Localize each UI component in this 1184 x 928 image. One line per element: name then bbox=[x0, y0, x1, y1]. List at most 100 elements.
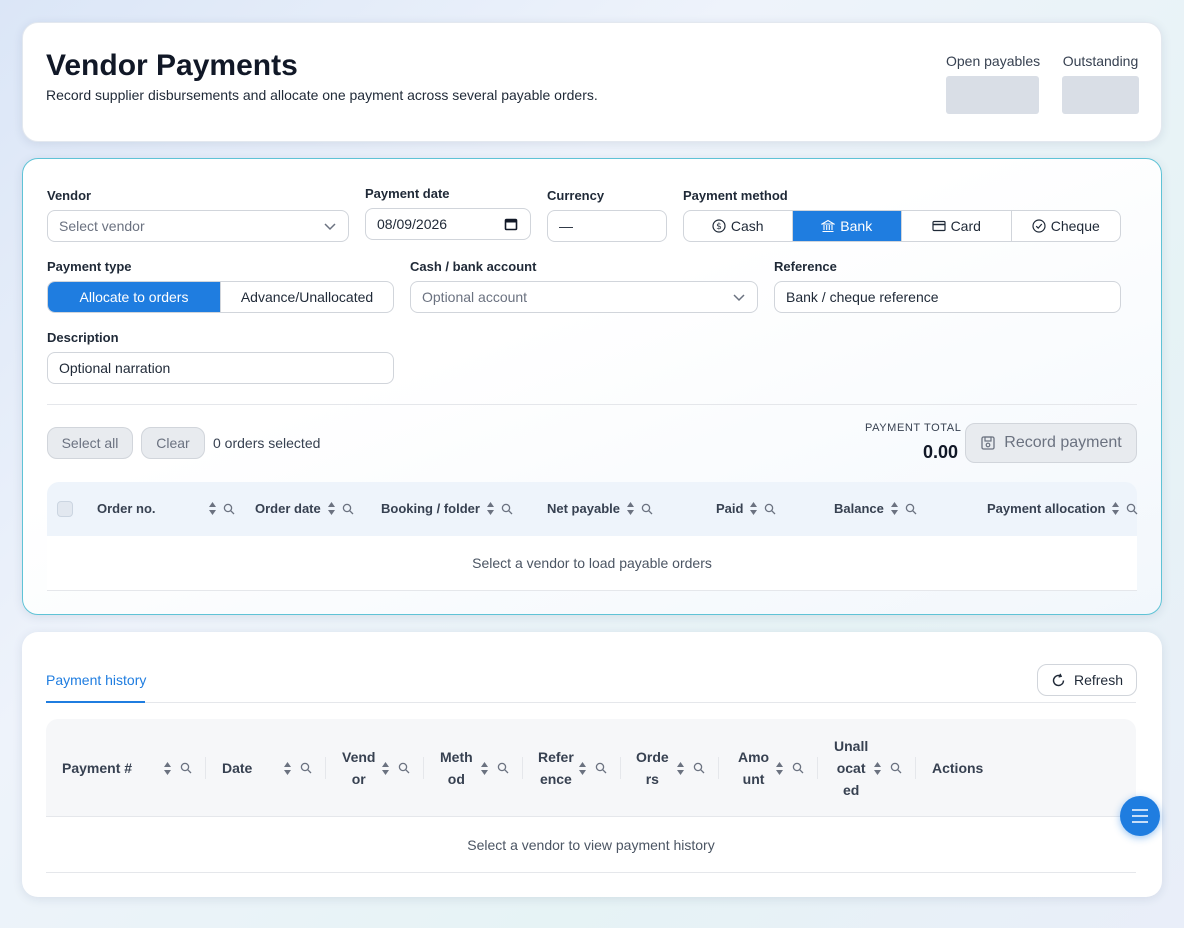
select-all-button[interactable]: Select all bbox=[47, 427, 133, 459]
calendar-icon[interactable] bbox=[504, 217, 518, 231]
sort-icon[interactable] bbox=[890, 501, 899, 516]
sort-icon[interactable] bbox=[1111, 501, 1120, 516]
sort-icon[interactable] bbox=[163, 761, 172, 776]
column-divider bbox=[915, 757, 916, 779]
col-order-no[interactable]: Order no. bbox=[97, 501, 235, 516]
method-cash-label: Cash bbox=[730, 218, 764, 234]
search-icon[interactable] bbox=[501, 503, 513, 515]
sort-icon[interactable] bbox=[381, 761, 390, 776]
sort-icon[interactable] bbox=[480, 761, 489, 776]
column-divider bbox=[522, 757, 523, 779]
payment-total-value: 0.00 bbox=[922, 442, 958, 462]
tab-active-indicator bbox=[46, 701, 145, 703]
col-label: Order date bbox=[255, 501, 321, 516]
history-table-header: Payment # Date Vend or Meth od Refer enc… bbox=[46, 719, 1136, 817]
search-icon[interactable] bbox=[641, 503, 653, 515]
orders-empty-message: Select a vendor to load payable orders bbox=[47, 536, 1137, 591]
reference-input[interactable]: Bank / cheque reference bbox=[774, 281, 1121, 313]
col-paid[interactable]: Paid bbox=[716, 501, 776, 516]
search-icon[interactable] bbox=[905, 503, 917, 515]
method-cheque-label: Cheque bbox=[1050, 218, 1100, 234]
search-icon[interactable] bbox=[300, 762, 312, 774]
col-label: Date bbox=[222, 760, 253, 776]
search-icon[interactable] bbox=[1126, 503, 1138, 515]
col-reference[interactable]: Refer ence bbox=[538, 719, 574, 817]
col-order-date[interactable]: Order date bbox=[255, 501, 354, 516]
method-bank-label: Bank bbox=[840, 218, 873, 234]
currency-input[interactable]: — bbox=[547, 210, 667, 242]
menu-fab-button[interactable] bbox=[1120, 796, 1160, 836]
col-label: Actions bbox=[932, 760, 984, 776]
col-label: Amo unt bbox=[738, 749, 770, 787]
search-icon[interactable] bbox=[223, 503, 235, 515]
description-input[interactable]: Optional narration bbox=[47, 352, 394, 384]
search-icon[interactable] bbox=[342, 503, 354, 515]
search-icon[interactable] bbox=[792, 762, 804, 774]
sort-icon[interactable] bbox=[327, 501, 336, 516]
divider bbox=[47, 404, 1137, 405]
payment-date-label: Payment date bbox=[365, 186, 450, 201]
col-date[interactable]: Date bbox=[222, 719, 252, 817]
vendor-select[interactable]: Select vendor bbox=[47, 210, 349, 242]
sort-icon[interactable] bbox=[486, 501, 495, 516]
sort-icon[interactable] bbox=[775, 761, 784, 776]
svg-text:$: $ bbox=[716, 222, 722, 232]
payment-date-input[interactable]: 08/09/2026 bbox=[365, 208, 531, 240]
col-label: Net payable bbox=[547, 501, 620, 516]
stat-label: Outstanding bbox=[1062, 53, 1139, 69]
sort-icon[interactable] bbox=[626, 501, 635, 516]
col-booking-folder[interactable]: Booking / folder bbox=[381, 501, 513, 516]
description-placeholder: Optional narration bbox=[59, 360, 171, 376]
sort-icon[interactable] bbox=[283, 761, 292, 776]
sort-icon[interactable] bbox=[208, 501, 217, 516]
method-bank-button[interactable]: Bank bbox=[792, 211, 902, 241]
col-vendor[interactable]: Vend or bbox=[342, 719, 376, 817]
col-vendor-controls bbox=[381, 719, 421, 817]
col-amount-controls bbox=[775, 719, 815, 817]
dollar-circle-icon: $ bbox=[712, 219, 726, 233]
col-unallocated-controls bbox=[873, 719, 913, 817]
search-icon[interactable] bbox=[180, 762, 192, 774]
payment-history-card: Payment history Refresh Payment # Date V… bbox=[22, 632, 1162, 897]
col-payment-allocation[interactable]: Payment allocation bbox=[987, 501, 1138, 516]
account-select[interactable]: Optional account bbox=[410, 281, 758, 313]
method-card-button[interactable]: Card bbox=[902, 211, 1012, 241]
method-cheque-button[interactable]: Cheque bbox=[1012, 211, 1121, 241]
col-unallocated[interactable]: Unall ocat ed bbox=[834, 719, 870, 817]
refresh-button[interactable]: Refresh bbox=[1037, 664, 1137, 696]
search-icon[interactable] bbox=[398, 762, 410, 774]
select-all-checkbox[interactable] bbox=[57, 501, 73, 517]
col-method[interactable]: Meth od bbox=[440, 719, 476, 817]
sort-icon[interactable] bbox=[676, 761, 685, 776]
col-label: Refer ence bbox=[538, 749, 574, 787]
col-net-payable[interactable]: Net payable bbox=[547, 501, 653, 516]
search-icon[interactable] bbox=[764, 503, 776, 515]
col-method-controls bbox=[480, 719, 520, 817]
col-label: Paid bbox=[716, 501, 744, 516]
col-orders-controls bbox=[676, 719, 716, 817]
clear-button[interactable]: Clear bbox=[141, 427, 205, 459]
col-date-controls bbox=[283, 719, 323, 817]
search-icon[interactable] bbox=[890, 762, 902, 774]
payment-type-label: Payment type bbox=[47, 259, 132, 274]
sort-icon[interactable] bbox=[578, 761, 587, 776]
search-icon[interactable] bbox=[497, 762, 509, 774]
stat-value-skeleton bbox=[1062, 76, 1139, 114]
stat-value-skeleton bbox=[946, 76, 1039, 114]
search-icon[interactable] bbox=[693, 762, 705, 774]
sort-icon[interactable] bbox=[749, 501, 758, 516]
advance-unallocated-button[interactable]: Advance/Unallocated bbox=[221, 282, 393, 312]
stat-outstanding: Outstanding bbox=[1062, 53, 1139, 114]
sort-icon[interactable] bbox=[873, 761, 882, 776]
col-payment-number[interactable]: Payment # bbox=[62, 719, 132, 817]
record-payment-button[interactable]: Record payment bbox=[965, 423, 1137, 463]
tab-payment-history[interactable]: Payment history bbox=[46, 672, 146, 688]
method-cash-button[interactable]: $ Cash bbox=[684, 211, 793, 241]
col-label: Booking / folder bbox=[381, 501, 480, 516]
col-amount[interactable]: Amo unt bbox=[738, 719, 772, 817]
search-icon[interactable] bbox=[595, 762, 607, 774]
allocate-to-orders-button[interactable]: Allocate to orders bbox=[48, 282, 221, 312]
col-balance[interactable]: Balance bbox=[834, 501, 917, 516]
stat-open-payables: Open payables bbox=[946, 53, 1040, 114]
col-orders[interactable]: Orde rs bbox=[636, 719, 670, 817]
